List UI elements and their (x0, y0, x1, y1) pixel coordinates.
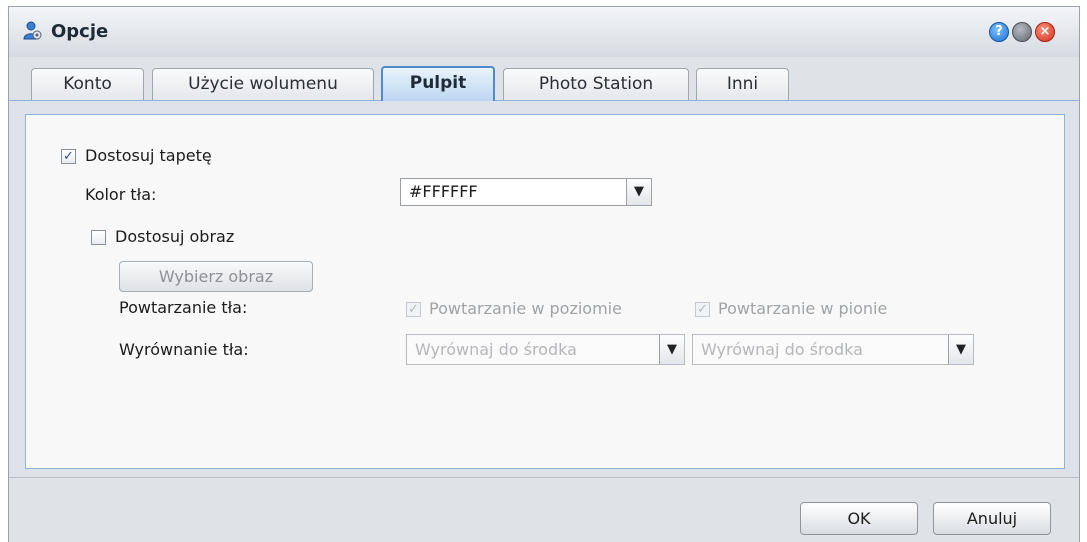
repeat-vertical-label: Powtarzanie w pionie (718, 299, 888, 318)
title-bar[interactable]: Opcje ? × (9, 7, 1079, 58)
chevron-down-icon[interactable]: ▼ (659, 335, 684, 364)
tab-uzycie-wolumenu[interactable]: Użycie wolumenu (152, 68, 374, 100)
bg-align-label: Wyrównanie tła: (119, 340, 249, 359)
tab-pulpit[interactable]: Pulpit (381, 66, 495, 101)
user-settings-icon (23, 21, 42, 40)
repeat-horizontal-label: Powtarzanie w poziomie (429, 299, 622, 318)
bg-color-label: Kolor tła: (85, 185, 157, 204)
close-icon[interactable]: × (1035, 22, 1055, 42)
tab-photo-station[interactable]: Photo Station (503, 68, 689, 100)
choose-image-button[interactable]: Wybierz obraz (119, 261, 313, 292)
customize-wallpaper-checkbox[interactable]: ✓ (61, 149, 76, 164)
ok-button[interactable]: OK (800, 502, 918, 535)
dialog-footer: OK Anuluj (9, 477, 1079, 542)
chevron-down-icon[interactable]: ▼ (626, 179, 651, 205)
bg-align-select-2-value: Wyrównaj do środka (701, 340, 863, 359)
window-title: Opcje (51, 21, 109, 42)
repeat-horizontal-checkbox[interactable]: ✓ (406, 302, 421, 317)
cancel-button[interactable]: Anuluj (933, 502, 1051, 535)
desktop-settings-panel: ✓ Dostosuj tapetę Kolor tła: #FFFFFF ▼ D… (25, 114, 1065, 469)
customize-wallpaper-label: Dostosuj tapetę (85, 146, 212, 165)
tab-inni[interactable]: Inni (696, 68, 789, 100)
bg-align-select-1-value: Wyrównaj do środka (415, 340, 577, 359)
customize-image-label: Dostosuj obraz (115, 227, 235, 246)
options-dialog: Opcje ? × Konto Użycie wolumenu Pulpit P… (8, 6, 1080, 542)
bg-color-select[interactable]: #FFFFFF ▼ (400, 178, 652, 206)
customize-image-checkbox[interactable] (91, 230, 106, 245)
tab-konto[interactable]: Konto (31, 68, 144, 100)
bg-color-value: #FFFFFF (409, 182, 478, 201)
tab-bar: Konto Użycie wolumenu Pulpit Photo Stati… (9, 57, 1079, 101)
bg-repeat-label: Powtarzanie tła: (119, 298, 248, 317)
bg-align-select-2[interactable]: Wyrównaj do środka ▼ (692, 334, 974, 365)
minimize-icon[interactable] (1012, 22, 1032, 42)
help-icon[interactable]: ? (989, 22, 1009, 42)
chevron-down-icon[interactable]: ▼ (948, 335, 973, 364)
bg-align-select-1[interactable]: Wyrównaj do środka ▼ (406, 334, 685, 365)
repeat-vertical-checkbox[interactable]: ✓ (695, 302, 710, 317)
